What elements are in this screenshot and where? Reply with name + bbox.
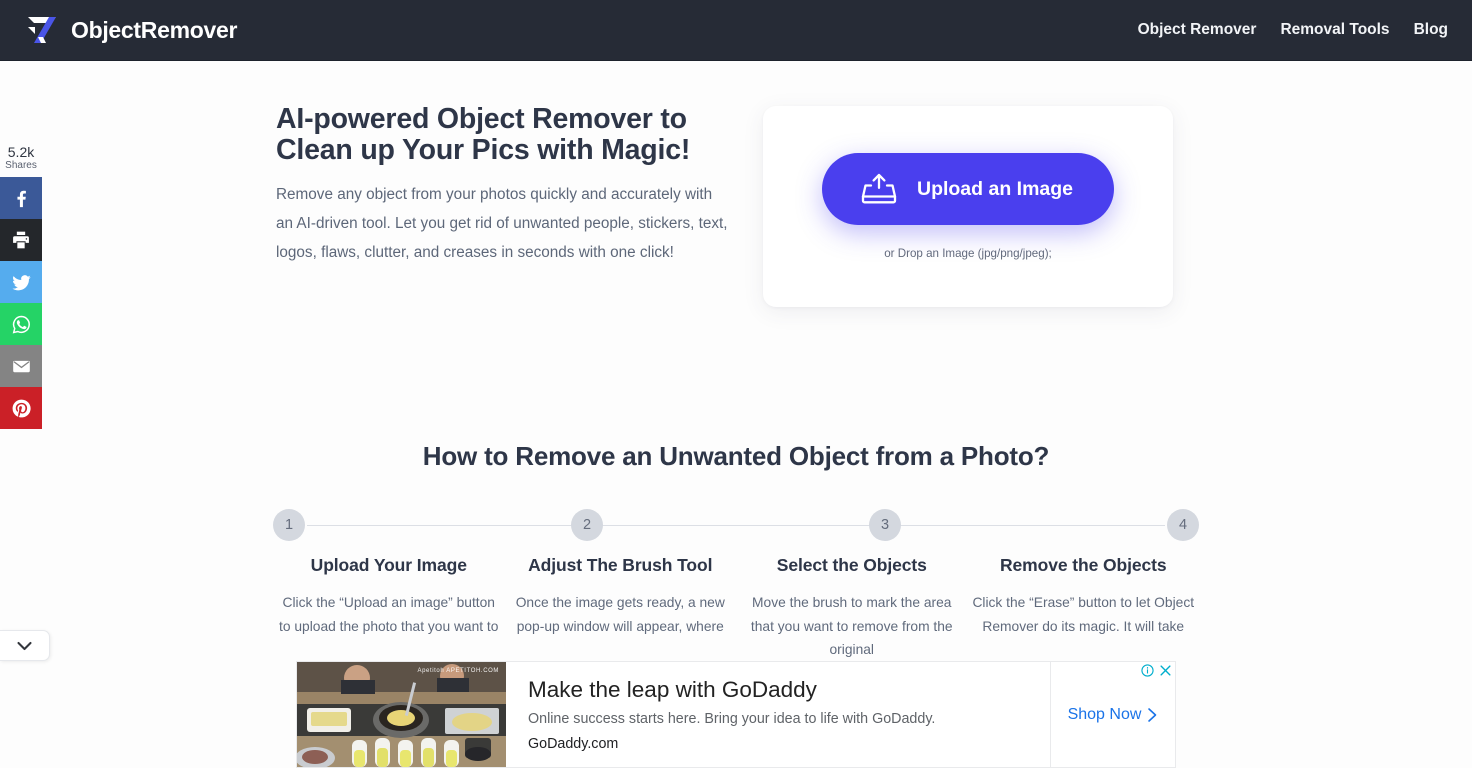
step-columns: Upload Your Image Click the “Upload an i… (273, 555, 1199, 662)
nav-link-object-remover[interactable]: Object Remover (1138, 21, 1257, 39)
share-whatsapp-button[interactable] (0, 303, 42, 345)
ad-url: GoDaddy.com (528, 736, 619, 752)
step-number-2: 2 (571, 509, 603, 541)
step-text-2: Once the image gets ready, a new pop-up … (515, 595, 725, 634)
step-text-4: Click the “Erase” button to let Object R… (972, 595, 1195, 634)
ad-shop-now-button[interactable]: Shop Now (1068, 706, 1159, 724)
ad-headline[interactable]: Make the leap with GoDaddy (528, 676, 1050, 703)
share-counter: 5.2k Shares (0, 143, 42, 177)
hero-section: AI-powered Object Remover to Clean up Yo… (0, 61, 1472, 441)
printer-icon (13, 231, 29, 249)
chevron-down-icon (17, 641, 32, 650)
step-heading-4: Remove the Objects (1000, 555, 1167, 575)
upload-image-button[interactable]: Upload an Image (821, 153, 1115, 225)
envelope-icon (12, 360, 30, 372)
share-count-label: Shares (5, 160, 37, 171)
howto-steps: 1 2 3 4 Upload Your Image Click the “Upl… (273, 509, 1199, 662)
ad-close-icon[interactable] (1159, 664, 1172, 677)
r-monogram-logo-icon (28, 17, 56, 43)
ad-banner[interactable]: Apetitoh APETITOH.COM Make the leap with… (296, 661, 1176, 768)
drop-image-hint: or Drop an Image (jpg/png/jpeg); (884, 247, 1052, 260)
share-facebook-button[interactable] (0, 177, 42, 219)
step-text-1: Click the “Upload an image” button to up… (279, 595, 499, 634)
ad-controls (1141, 664, 1172, 677)
twitter-bird-icon (11, 274, 31, 290)
step-number-4: 4 (1167, 509, 1199, 541)
hero-subtitle: Remove any object from your photos quick… (276, 186, 728, 261)
share-print-button[interactable] (0, 219, 42, 261)
brand-name: ObjectRemover (71, 16, 238, 43)
step-item-3: Select the Objects Move the brush to mar… (736, 555, 968, 662)
whatsapp-icon (12, 315, 30, 333)
howto-section: How to Remove an Unwanted Object from a … (0, 441, 1472, 662)
share-twitter-button[interactable] (0, 261, 42, 303)
page-title: AI-powered Object Remover to Clean up Yo… (276, 103, 691, 166)
share-pinterest-button[interactable] (0, 387, 42, 429)
howto-title: How to Remove an Unwanted Object from a … (422, 441, 1050, 471)
step-number-3: 3 (869, 509, 901, 541)
step-heading-2: Adjust The Brush Tool (528, 555, 713, 575)
step-item-2: Adjust The Brush Tool Once the image get… (505, 555, 737, 662)
brand-logo[interactable]: ObjectRemover (26, 15, 237, 45)
share-email-button[interactable] (0, 345, 42, 387)
ad-description: Online success starts here. Bring your i… (528, 711, 936, 727)
ad-thumbnail-image[interactable]: Apetitoh APETITOH.COM (297, 662, 506, 767)
share-rail-collapse-toggle[interactable] (0, 630, 50, 661)
share-count-number: 5.2k (7, 144, 35, 160)
main-nav: Object Remover Removal Tools Blog (1138, 21, 1448, 39)
nav-link-removal-tools[interactable]: Removal Tools (1280, 21, 1389, 39)
step-heading-3: Select the Objects (776, 555, 927, 575)
step-text-3: Move the brush to mark the area that you… (750, 595, 953, 657)
ad-body: Make the leap with GoDaddy Online succes… (506, 662, 1050, 767)
step-progress-rail: 1 2 3 4 (273, 509, 1199, 541)
facebook-icon (17, 190, 26, 208)
ad-cta-label: Shop Now (1067, 705, 1142, 723)
site-header: ObjectRemover Object Remover Removal Too… (0, 0, 1472, 61)
upload-card: Upload an Image or Drop an Image (jpg/pn… (763, 106, 1173, 307)
ad-cta-area: Shop Now (1050, 662, 1175, 767)
step-item-1: Upload Your Image Click the “Upload an i… (273, 555, 505, 662)
ad-info-icon[interactable] (1141, 664, 1154, 677)
step-number-1: 1 (273, 509, 305, 541)
social-share-rail: 5.2k Shares (0, 143, 42, 429)
ad-thumbnail-watermark: Apetitoh APETITOH.COM (417, 668, 499, 674)
step-heading-1: Upload Your Image (310, 555, 467, 575)
upload-image-button-label: Upload an Image (916, 177, 1074, 200)
page-root: ObjectRemover Object Remover Removal Too… (0, 0, 1472, 768)
upload-tray-icon (861, 173, 897, 204)
nav-link-blog[interactable]: Blog (1414, 21, 1448, 39)
chevron-right-icon (1148, 707, 1157, 722)
pinterest-icon (12, 399, 31, 417)
step-item-4: Remove the Objects Click the “Erase” but… (968, 555, 1200, 662)
hero-copy: AI-powered Object Remover to Clean up Yo… (276, 104, 728, 267)
ad-thumbnail-photo-icon (297, 662, 506, 767)
